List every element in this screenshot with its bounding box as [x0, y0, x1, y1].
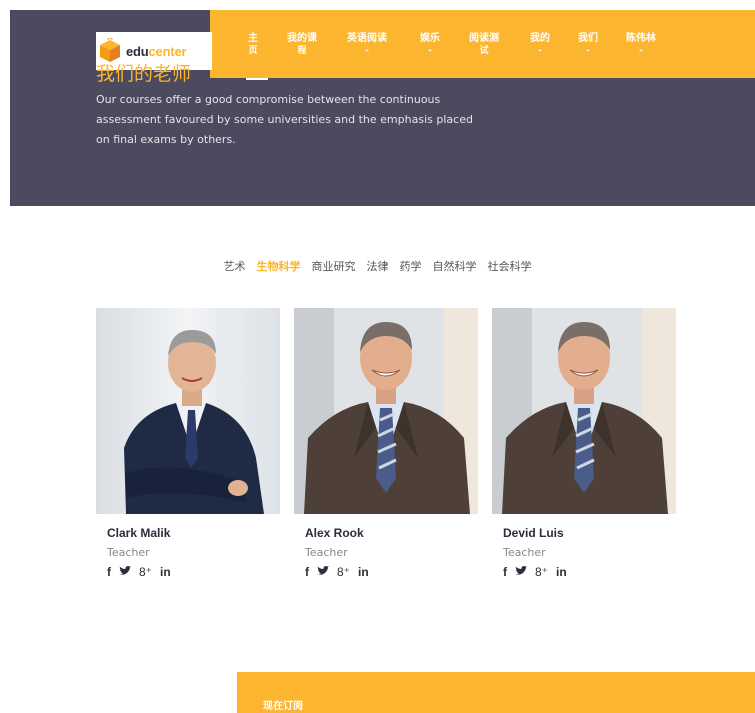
- google-plus-icon[interactable]: 8⁺: [337, 565, 350, 579]
- facebook-icon[interactable]: f: [305, 565, 309, 579]
- hero-section: educenter 主页 我的课程 英语阅读 - 娱乐 - 阅读测试 我的 - 我们 -…: [10, 10, 755, 206]
- nav-item-mine[interactable]: 我的 -: [530, 32, 550, 58]
- facebook-icon[interactable]: f: [503, 565, 507, 579]
- google-plus-icon[interactable]: 8⁺: [535, 565, 548, 579]
- tab-law[interactable]: 法律: [367, 258, 389, 278]
- nav-item-my-courses[interactable]: 我的课程: [287, 32, 317, 58]
- logo-cube-icon: [100, 38, 120, 62]
- teacher-name: Alex Rook: [305, 526, 364, 540]
- nav-item-user[interactable]: 陈伟林 -: [626, 32, 656, 58]
- nav-item-us[interactable]: 我们 -: [578, 32, 598, 58]
- twitter-icon[interactable]: [119, 565, 131, 579]
- hero-description: Our courses offer a good compromise betw…: [96, 93, 473, 146]
- linkedin-icon[interactable]: in: [358, 565, 369, 579]
- tab-business[interactable]: 商业研究: [312, 258, 356, 278]
- nav-item-reading-test[interactable]: 阅读测试: [469, 32, 499, 58]
- tab-natural-science[interactable]: 自然科学: [433, 258, 477, 278]
- nav-active-indicator: [246, 78, 268, 80]
- teacher-card: Alex Rook Teacher f 8⁺ in: [294, 308, 478, 579]
- teacher-photo[interactable]: [492, 308, 676, 514]
- facebook-icon[interactable]: f: [107, 565, 111, 579]
- teacher-name: Devid Luis: [503, 526, 564, 540]
- subscribe-button[interactable]: 现在订阅: [263, 697, 303, 712]
- twitter-icon[interactable]: [317, 565, 329, 579]
- teacher-name: Clark Malik: [107, 526, 171, 540]
- teacher-photo[interactable]: [96, 308, 280, 514]
- linkedin-icon[interactable]: in: [556, 565, 567, 579]
- nav-item-english-reading[interactable]: 英语阅读 -: [347, 32, 387, 58]
- logo-text: educenter: [126, 43, 187, 59]
- google-plus-icon[interactable]: 8⁺: [139, 565, 152, 579]
- teacher-role: Teacher: [503, 546, 546, 559]
- teacher-card: Devid Luis Teacher f 8⁺ in: [492, 308, 676, 579]
- category-tabs: 艺术 生物科学 商业研究 法律 药学 自然科学 社会科学: [0, 258, 755, 278]
- teacher-role: Teacher: [305, 546, 348, 559]
- social-links: f 8⁺ in: [503, 565, 676, 579]
- tab-social-science[interactable]: 社会科学: [488, 258, 532, 278]
- social-links: f 8⁺ in: [107, 565, 280, 579]
- subscribe-banner: 现在订阅: [237, 672, 755, 713]
- nav-item-home[interactable]: 主页: [248, 32, 258, 58]
- teacher-role: Teacher: [107, 546, 150, 559]
- social-links: f 8⁺ in: [305, 565, 478, 579]
- page-title: 我们的老师: [96, 63, 192, 85]
- linkedin-icon[interactable]: in: [160, 565, 171, 579]
- teacher-photo[interactable]: [294, 308, 478, 514]
- tab-biology[interactable]: 生物科学: [257, 258, 301, 278]
- twitter-icon[interactable]: [515, 565, 527, 579]
- tab-pharmacy[interactable]: 药学: [400, 258, 422, 278]
- tab-art[interactable]: 艺术: [224, 258, 246, 278]
- nav-item-entertainment[interactable]: 娱乐 -: [420, 32, 440, 58]
- teacher-card: Clark Malik Teacher f 8⁺ in: [96, 308, 280, 579]
